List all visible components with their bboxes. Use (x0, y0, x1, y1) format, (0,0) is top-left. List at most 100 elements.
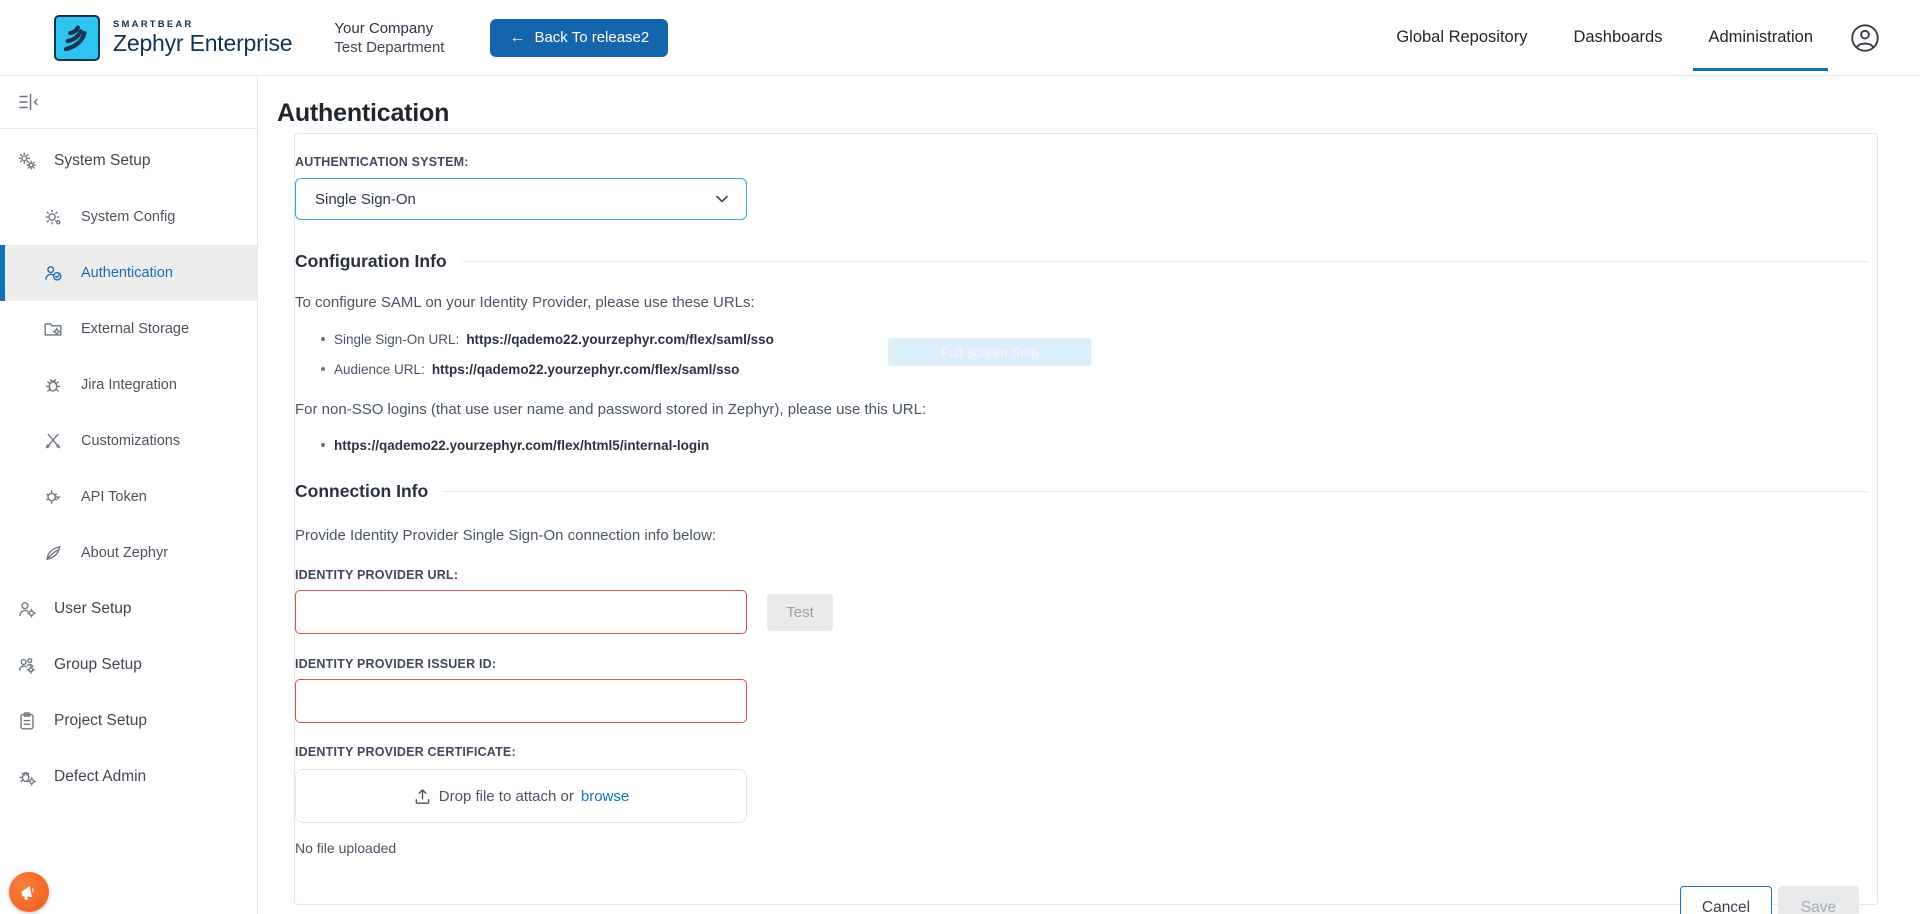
test-button[interactable]: Test (767, 594, 833, 631)
sidebar-item-user-setup[interactable]: User Setup (0, 581, 257, 637)
feather-icon (42, 542, 64, 564)
sidebar-item-system-config[interactable]: System Config (0, 189, 257, 245)
sidebar-item-defect-admin[interactable]: Defect Admin (0, 749, 257, 805)
crossed-pencils-icon (42, 430, 64, 452)
audience-url-label: Audience URL: (334, 362, 425, 377)
sso-url-list: Single Sign-On URL: https://qademo22.you… (295, 324, 1868, 384)
certificate-dropzone[interactable]: Drop file to attach or browse (295, 769, 747, 823)
section-heading: Configuration Info (295, 251, 447, 272)
company-block: Your Company Test Department (334, 19, 444, 57)
gears-icon (16, 150, 38, 172)
api-token-icon (42, 486, 64, 508)
idp-url-input[interactable] (295, 590, 747, 634)
saml-intro-text: To configure SAML on your Identity Provi… (295, 294, 1868, 311)
zephyr-logo[interactable] (54, 15, 100, 61)
sso-url-label: Single Sign-On URL: (334, 332, 459, 347)
sso-url-value: https://qademo22.yourzephyr.com/flex/sam… (466, 332, 774, 347)
smartbear-label: SMARTBEAR (113, 20, 292, 30)
dropzone-text: Drop file to attach or (439, 788, 574, 805)
configuration-info-section: Configuration Info (295, 251, 1868, 272)
sidebar-item-project-setup[interactable]: Project Setup (0, 693, 257, 749)
page-title: Authentication (277, 99, 1920, 128)
sidebar-item-api-token[interactable]: API Token (0, 469, 257, 525)
sidebar-collapse-row (0, 76, 257, 129)
sidebar-item-label: Authentication (81, 265, 173, 281)
authentication-panel: AUTHENTICATION SYSTEM: Single Sign-On Co… (294, 133, 1878, 905)
department-name: Test Department (334, 38, 444, 57)
audience-url-value: https://qademo22.yourzephyr.com/flex/sam… (432, 362, 740, 377)
save-button[interactable]: Save (1778, 886, 1859, 914)
sidebar-item-label: External Storage (81, 321, 189, 337)
form-footer: Cancel Save (295, 886, 1868, 914)
idp-issuer-input[interactable] (295, 679, 747, 723)
product-name: Zephyr Enterprise (113, 32, 292, 55)
section-divider (462, 261, 1868, 262)
non-sso-url-list: https://qademo22.yourzephyr.com/flex/htm… (295, 430, 1868, 460)
brand-text: SMARTBEAR Zephyr Enterprise (113, 20, 292, 56)
cancel-button[interactable]: Cancel (1680, 886, 1772, 914)
sidebar-item-customizations[interactable]: Customizations (0, 413, 257, 469)
chevron-down-icon (714, 191, 730, 207)
sidebar-item-label: About Zephyr (81, 545, 168, 561)
nav-dashboards[interactable]: Dashboards (1550, 0, 1685, 76)
sidebar-item-label: Customizations (81, 433, 180, 449)
sidebar-item-label: System Setup (54, 152, 151, 170)
system-config-icon (42, 206, 64, 228)
internal-login-url: https://qademo22.yourzephyr.com/flex/htm… (334, 438, 709, 453)
sidebar-item-authentication[interactable]: Authentication (0, 245, 257, 301)
back-button-label: Back To release2 (534, 29, 649, 46)
group-setup-icon (16, 654, 38, 676)
sidebar-item-label: Project Setup (54, 712, 147, 730)
sidebar-item-about-zephyr[interactable]: About Zephyr (0, 525, 257, 581)
idp-issuer-label: IDENTITY PROVIDER ISSUER ID: (295, 657, 1868, 671)
nav-global-repository[interactable]: Global Repository (1373, 0, 1550, 76)
non-sso-text: For non-SSO logins (that use user name a… (295, 401, 1868, 418)
megaphone-icon (16, 879, 42, 905)
clipboard-icon (16, 710, 38, 732)
bullet-dot (321, 367, 325, 371)
browse-link[interactable]: browse (581, 788, 629, 805)
connection-intro-text: Provide Identity Provider Single Sign-On… (295, 527, 1868, 544)
upload-icon (413, 787, 432, 806)
section-divider (443, 491, 1868, 492)
section-heading: Connection Info (295, 481, 428, 502)
sidebar-item-label: Group Setup (54, 656, 142, 674)
top-nav: Global Repository Dashboards Administrat… (1373, 0, 1836, 76)
nav-administration[interactable]: Administration (1685, 0, 1836, 76)
list-item: Audience URL: https://qademo22.yourzephy… (295, 354, 1868, 384)
back-to-release-button[interactable]: ← Back To release2 (490, 19, 668, 57)
sidebar-item-label: Defect Admin (54, 768, 146, 786)
sidebar-item-system-setup[interactable]: System Setup (0, 133, 257, 189)
sidebar-item-external-storage[interactable]: External Storage (0, 301, 257, 357)
bullet-dot (321, 337, 325, 341)
back-arrow-icon: ← (509, 30, 525, 46)
authentication-icon (42, 262, 64, 284)
list-item: Single Sign-On URL: https://qademo22.you… (295, 324, 1868, 354)
bullet-dot (321, 443, 325, 447)
sidebar-item-jira-integration[interactable]: Jira Integration (0, 357, 257, 413)
user-setup-icon (16, 598, 38, 620)
main-content: Authentication AUTHENTICATION SYSTEM: Si… (258, 76, 1920, 914)
external-storage-icon (42, 318, 64, 340)
admin-sidebar: System Setup System Config (0, 76, 258, 914)
auth-system-select[interactable]: Single Sign-On (295, 178, 747, 220)
idp-certificate-label: IDENTITY PROVIDER CERTIFICATE: (295, 745, 1868, 759)
sidebar-item-group-setup[interactable]: Group Setup (0, 637, 257, 693)
sidebar-menu: System Setup System Config (0, 129, 257, 805)
sidebar-item-label: API Token (81, 489, 147, 505)
feather-logo-icon (56, 17, 98, 59)
idp-url-label: IDENTITY PROVIDER URL: (295, 568, 1868, 582)
defect-admin-icon (16, 766, 38, 788)
sidebar-item-label: Jira Integration (81, 377, 177, 393)
collapse-sidebar-icon[interactable] (16, 90, 40, 114)
no-file-status: No file uploaded (295, 840, 1868, 856)
company-name: Your Company (334, 19, 444, 38)
auth-system-value: Single Sign-On (315, 191, 416, 208)
chat-launcher-button[interactable] (9, 872, 49, 912)
connection-info-section: Connection Info (295, 481, 1868, 502)
idp-url-row: Test (295, 590, 1868, 634)
bug-icon (42, 374, 64, 396)
top-header: SMARTBEAR Zephyr Enterprise Your Company… (0, 0, 1920, 76)
user-avatar-icon[interactable] (1850, 23, 1880, 53)
sidebar-item-label: User Setup (54, 600, 132, 618)
